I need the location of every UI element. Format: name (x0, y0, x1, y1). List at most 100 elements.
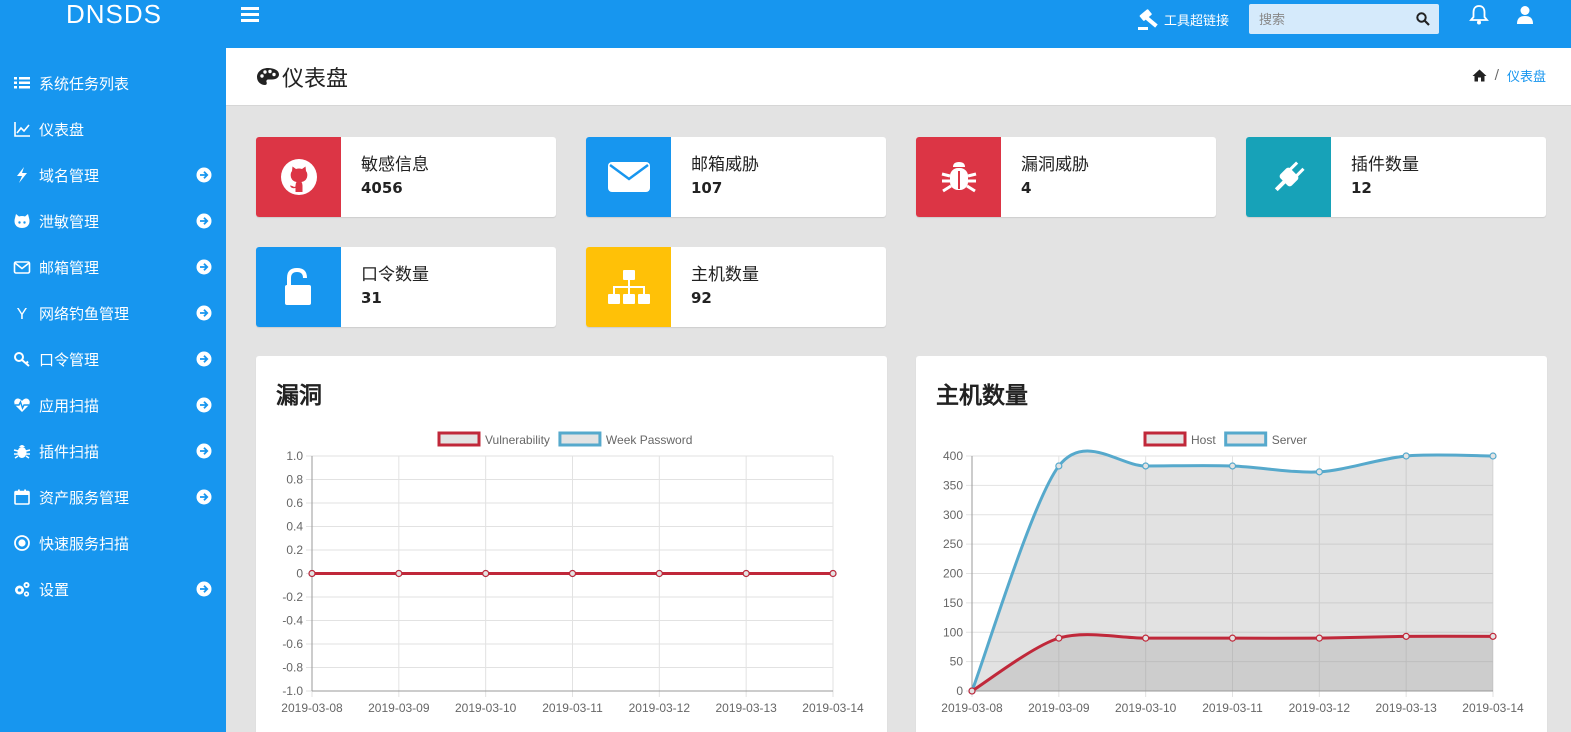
plug-icon (1274, 161, 1305, 192)
sidebar-item-label: 网络钓鱼管理 (39, 304, 130, 323)
data-point (1142, 462, 1150, 470)
y-tick-label: 0.4 (286, 520, 303, 534)
y-tick-label: 0 (296, 567, 303, 581)
tool-links-label: 工具超链接 (1164, 13, 1230, 29)
brand-logo[interactable]: DNSDS (0, 0, 226, 48)
data-point (1228, 462, 1237, 470)
content-header: 仪表盘 / 仪表盘 (226, 48, 1571, 106)
gavel-icon (1138, 9, 1158, 30)
legend-label: Week Password (606, 433, 692, 447)
info-box-passwords[interactable]: 口令数量 31 (256, 247, 556, 327)
topbar: 工具超链接 (226, 0, 1571, 48)
info-box-value: 4056 (361, 179, 403, 197)
sidebar-item[interactable]: 域名管理 (0, 152, 226, 198)
sidebar-item[interactable]: Y 网络钓鱼管理 (0, 290, 226, 336)
page-title-text: 仪表盘 (282, 67, 349, 92)
arrow-circle-right-icon[interactable] (196, 489, 212, 505)
legend-swatch (1143, 431, 1187, 447)
x-tick-label: 2019-03-13 (715, 701, 777, 715)
x-tick-label: 2019-03-12 (1289, 701, 1351, 715)
sidebar-item[interactable]: 邮箱管理 (0, 244, 226, 290)
sidebar-item[interactable]: 插件扫描 (0, 428, 226, 474)
key-icon (14, 352, 30, 367)
arrow-circle-right-icon[interactable] (196, 581, 212, 597)
sidebar-item-label: 应用扫描 (39, 396, 100, 415)
sidebar-item[interactable]: 资产服务管理 (0, 474, 226, 520)
info-box-label: 主机数量 (691, 265, 759, 285)
bug-icon (941, 162, 976, 193)
envelope-icon (607, 162, 650, 192)
sidebar-item[interactable]: 口令管理 (0, 336, 226, 382)
tool-links-button[interactable]: 工具超链接 (1136, 6, 1229, 32)
x-tick-label: 2019-03-14 (802, 701, 864, 715)
arrow-circle-right-icon[interactable] (196, 443, 212, 459)
arrow-circle-right-icon[interactable] (196, 213, 212, 229)
data-point (1228, 634, 1237, 642)
x-tick-label: 2019-03-08 (941, 701, 1003, 715)
calendar-icon (14, 489, 30, 505)
info-box-value: 31 (361, 289, 382, 307)
info-box-icon-bg (586, 247, 671, 327)
arrow-circle-right-icon[interactable] (196, 305, 212, 321)
x-tick-label: 2019-03-12 (629, 701, 691, 715)
x-tick-label: 2019-03-10 (1115, 701, 1177, 715)
legend-swatch (437, 431, 481, 447)
data-point (308, 569, 316, 578)
y-tick-label: 150 (943, 596, 963, 610)
user-icon[interactable] (1516, 4, 1534, 26)
data-point (829, 569, 837, 578)
data-point (1055, 634, 1063, 642)
vuln-chart-card: 漏洞 Vulnerability Week Password 1.0 0.8 0.6 0.… (256, 356, 887, 732)
info-box-vuln-threat[interactable]: 漏洞威胁 4 (916, 137, 1216, 217)
gears-icon (15, 582, 30, 597)
data-point (1142, 634, 1150, 642)
sidebar-item[interactable]: 设置 (0, 566, 226, 612)
legend-label: Server (1272, 433, 1307, 447)
y-tick-label: -0.6 (282, 637, 303, 651)
sidebar-item[interactable]: 应用扫描 (0, 382, 226, 428)
info-box-sensitive[interactable]: 敏感信息 4056 (256, 137, 556, 217)
sidebar-item-label: 口令管理 (39, 350, 100, 369)
info-box-mail-threat[interactable]: 邮箱威胁 107 (586, 137, 886, 217)
octocat-icon (14, 214, 30, 228)
sidebar-item[interactable]: 快速服务扫描 (0, 520, 226, 566)
y-tick-label: -0.8 (282, 661, 303, 675)
arrow-circle-right-icon[interactable] (196, 167, 212, 183)
sidebar-item[interactable]: 泄敏管理 (0, 198, 226, 244)
info-box-hosts[interactable]: 主机数量 92 (586, 247, 886, 327)
sidebar-item-label: 泄敏管理 (39, 212, 100, 231)
breadcrumb-current[interactable]: 仪表盘 (1507, 66, 1546, 85)
search-icon[interactable] (1416, 12, 1430, 26)
arrow-circle-right-icon[interactable] (196, 259, 212, 275)
sidebar-item-label: 域名管理 (39, 166, 100, 185)
info-box-label: 口令数量 (361, 265, 429, 285)
home-icon[interactable] (1472, 69, 1487, 82)
search-input[interactable] (1249, 4, 1409, 34)
arrow-circle-right-icon[interactable] (196, 397, 212, 413)
legend-label: Vulnerability (485, 433, 550, 447)
x-tick-label: 2019-03-10 (455, 701, 517, 715)
sidebar-item-label: 设置 (39, 580, 70, 599)
x-tick-label: 2019-03-14 (1462, 701, 1524, 715)
x-tick-label: 2019-03-08 (281, 701, 343, 715)
y-tick-label: 0.6 (286, 496, 303, 510)
legend-swatch (1224, 431, 1268, 447)
info-box-icon-bg (586, 137, 671, 217)
sidebar-item[interactable]: 仪表盘 (0, 106, 226, 152)
info-box-plugins[interactable]: 插件数量 12 (1246, 137, 1546, 217)
bell-icon[interactable] (1469, 4, 1489, 26)
data-point (742, 569, 750, 578)
data-point (1315, 634, 1323, 642)
info-box-icon-bg (256, 137, 341, 217)
y-tick-label: 100 (943, 625, 963, 639)
x-tick-label: 2019-03-13 (1375, 701, 1437, 715)
hamburger-menu-icon[interactable] (240, 4, 260, 24)
y-tick-label: 200 (943, 567, 963, 581)
legend-swatch (558, 431, 602, 447)
info-box-value: 107 (691, 179, 723, 197)
sidebar-item[interactable]: 系统任务列表 (0, 60, 226, 106)
info-box-label: 敏感信息 (361, 155, 429, 175)
info-box-label: 插件数量 (1351, 155, 1419, 175)
palette-icon (257, 68, 279, 85)
arrow-circle-right-icon[interactable] (196, 351, 212, 367)
